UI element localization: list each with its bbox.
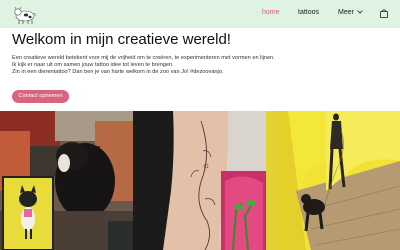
nav-item-meer[interactable]: Meer: [338, 9, 363, 16]
chevron-down-icon: [357, 10, 363, 14]
nav-item-tattoos[interactable]: tattoos: [298, 9, 319, 16]
intro-line: Ik kijk er naar uit om samen jouw tattoo…: [12, 62, 174, 69]
cow-logo-icon[interactable]: [12, 2, 38, 26]
photo-gallery: [0, 111, 400, 250]
gallery-photo-tattoo[interactable]: [133, 111, 266, 250]
intro-text: Een creatieve wereld betekent voor mij d…: [12, 55, 392, 77]
gallery-photo-dog[interactable]: [0, 111, 133, 250]
page-title: Welkom in mijn creatieve wereld!: [12, 31, 231, 48]
contact-button[interactable]: Contact opnemen: [12, 90, 69, 103]
woman-walking-dog-photo: [266, 111, 400, 250]
nav-item-meer-label: Meer: [338, 9, 354, 16]
site-header: home tattoos Meer: [0, 0, 400, 28]
intro-line: Zin in een dierentattoo? Dan ben je van …: [12, 69, 224, 76]
dog-with-cat-painting-photo: [0, 111, 133, 250]
gallery-photo-walk[interactable]: [266, 111, 400, 250]
floral-back-tattoo-photo: [133, 111, 266, 250]
nav-item-home[interactable]: home: [262, 9, 280, 16]
intro-line: Een creatieve wereld betekent voor mij d…: [12, 55, 275, 61]
shopping-bag-icon[interactable]: [380, 9, 388, 18]
